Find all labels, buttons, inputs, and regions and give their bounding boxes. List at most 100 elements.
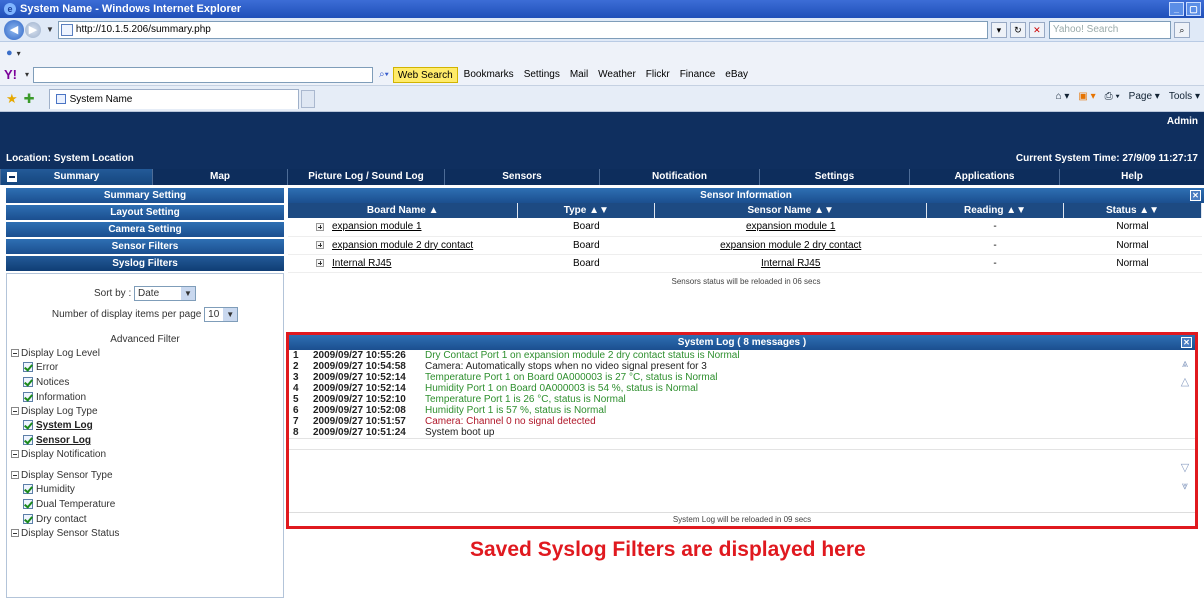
- close-icon[interactable]: ✕: [1181, 337, 1192, 348]
- items-per-page-select[interactable]: 10 ▼: [204, 307, 239, 322]
- stop-icon[interactable]: ✕: [1028, 21, 1045, 38]
- sort-by-select[interactable]: Date ▼: [134, 286, 197, 301]
- mail-button[interactable]: Mail: [566, 67, 592, 83]
- current-user[interactable]: Admin: [1167, 116, 1198, 127]
- layout-setting-button[interactable]: Layout Setting: [6, 205, 284, 220]
- sensor-filters-button[interactable]: Sensor Filters: [6, 239, 284, 254]
- sensor-status-node[interactable]: Display Sensor Status: [11, 527, 283, 540]
- log-level-error[interactable]: Error: [11, 360, 283, 375]
- flickr-button[interactable]: Flickr: [642, 67, 674, 83]
- scroll-up-icon[interactable]: △: [1179, 376, 1191, 388]
- tab-picture-log[interactable]: Picture Log / Sound Log: [287, 169, 444, 185]
- board-link[interactable]: expansion module 2 dry contact: [332, 240, 473, 251]
- sensor-link[interactable]: expansion module 2 dry contact: [720, 240, 861, 251]
- checkbox[interactable]: [23, 377, 33, 388]
- column-board-name[interactable]: Board Name ▲: [288, 203, 519, 218]
- sensor-link[interactable]: Internal RJ45: [761, 258, 820, 269]
- yahoo-dropdown-icon[interactable]: ▾: [25, 70, 29, 79]
- board-link[interactable]: Internal RJ45: [332, 258, 391, 269]
- weather-button[interactable]: Weather: [594, 67, 640, 83]
- ebay-button[interactable]: eBay: [721, 67, 752, 83]
- scroll-down-icon[interactable]: ▽: [1179, 462, 1191, 474]
- expand-icon[interactable]: [316, 222, 324, 231]
- checkbox[interactable]: [23, 435, 33, 446]
- checkbox[interactable]: [23, 420, 33, 431]
- close-icon[interactable]: ✕: [1190, 190, 1201, 201]
- log-entry-message: Temperature Port 1 on Board 0A000003 is …: [425, 372, 718, 383]
- home-icon[interactable]: ⌂ ▾: [1056, 91, 1070, 102]
- log-type-node[interactable]: Display Log Type: [11, 405, 283, 418]
- sensor-type-dry-contact[interactable]: Dry contact: [11, 512, 283, 527]
- bookmarks-button[interactable]: Bookmarks: [460, 67, 518, 83]
- collapse-icon[interactable]: [11, 349, 19, 358]
- minimize-button[interactable]: _: [1169, 2, 1184, 16]
- sensor-type-node[interactable]: Display Sensor Type: [11, 469, 283, 482]
- tab-settings[interactable]: Settings: [759, 169, 909, 185]
- checkbox[interactable]: [23, 362, 33, 373]
- collapse-icon[interactable]: [11, 471, 19, 480]
- board-link[interactable]: expansion module 1: [332, 221, 422, 232]
- tab-map[interactable]: Map: [152, 169, 287, 185]
- settings-toolbar-button[interactable]: Settings: [520, 67, 564, 83]
- collapse-icon[interactable]: [11, 407, 19, 416]
- scroll-first-icon[interactable]: ⩓: [1179, 358, 1191, 370]
- log-level-information[interactable]: Information: [11, 390, 283, 405]
- feeds-icon[interactable]: ▣ ▾: [1078, 91, 1095, 102]
- ie-menu-icon[interactable]: ●: [6, 47, 13, 59]
- favorites-star-icon[interactable]: ★: [6, 91, 18, 107]
- menu-dropdown-icon[interactable]: ▾: [17, 49, 21, 58]
- browser-tab[interactable]: System Name: [48, 88, 299, 109]
- history-dropdown-icon[interactable]: ▼: [46, 25, 54, 34]
- column-sensor-name[interactable]: Sensor Name ▲▼: [654, 203, 928, 218]
- tab-applications[interactable]: Applications: [909, 169, 1059, 185]
- collapse-icon[interactable]: [7, 172, 17, 182]
- url-dropdown-icon[interactable]: ▾: [990, 21, 1007, 38]
- finance-button[interactable]: Finance: [676, 67, 720, 83]
- column-status[interactable]: Status ▲▼: [1063, 203, 1202, 218]
- sensor-type-humidity[interactable]: Humidity: [11, 482, 283, 497]
- summary-setting-button[interactable]: Summary Setting: [6, 188, 284, 203]
- log-entry-number: 8: [293, 427, 299, 438]
- forward-button[interactable]: ▶: [25, 21, 41, 38]
- expand-icon[interactable]: [316, 258, 324, 267]
- page-menu-button[interactable]: Page ▾: [1129, 91, 1160, 102]
- tab-help[interactable]: Help: [1059, 169, 1204, 185]
- print-icon[interactable]: ⎙ ▾: [1105, 91, 1120, 102]
- yahoo-search-input[interactable]: [33, 66, 374, 83]
- url-field[interactable]: http://10.1.5.206/summary.php: [57, 20, 988, 39]
- refresh-icon[interactable]: ↻: [1009, 21, 1026, 38]
- log-type-system[interactable]: System Log: [11, 418, 283, 433]
- checkbox[interactable]: [23, 392, 33, 403]
- log-type-sensor[interactable]: Sensor Log: [11, 433, 283, 448]
- checkbox[interactable]: [23, 499, 33, 510]
- web-search-button[interactable]: Web Search: [392, 66, 458, 83]
- tools-menu-button[interactable]: Tools ▾: [1169, 91, 1200, 102]
- camera-setting-button[interactable]: Camera Setting: [6, 222, 284, 237]
- search-icon[interactable]: ⌕: [1173, 21, 1190, 38]
- column-type[interactable]: Type ▲▼: [517, 203, 656, 218]
- magnifier-icon[interactable]: ⌕▾: [379, 69, 389, 80]
- add-favorite-icon[interactable]: ✚: [24, 91, 35, 107]
- checkbox-label: Error: [36, 362, 59, 373]
- new-tab-button[interactable]: [300, 89, 315, 108]
- tab-sensors[interactable]: Sensors: [444, 169, 599, 185]
- yahoo-logo-icon[interactable]: Y!: [4, 67, 17, 82]
- collapse-icon[interactable]: [11, 450, 19, 459]
- column-reading[interactable]: Reading ▲▼: [926, 203, 1065, 218]
- browser-search-input[interactable]: Yahoo! Search: [1048, 20, 1171, 39]
- log-level-node[interactable]: Display Log Level: [11, 347, 283, 360]
- sensor-link[interactable]: expansion module 1: [746, 221, 836, 232]
- syslog-filters-button[interactable]: Syslog Filters: [6, 256, 284, 271]
- sensor-type-dual-temperature[interactable]: Dual Temperature: [11, 497, 283, 512]
- scroll-last-icon[interactable]: ⩔: [1179, 480, 1191, 492]
- back-button[interactable]: ◀: [4, 19, 24, 40]
- checkbox[interactable]: [23, 484, 33, 495]
- log-level-notices[interactable]: Notices: [11, 375, 283, 390]
- notification-node[interactable]: Display Notification: [11, 448, 283, 461]
- expand-icon[interactable]: [316, 240, 324, 249]
- maximize-button[interactable]: ▢: [1186, 2, 1201, 16]
- collapse-icon[interactable]: [11, 529, 19, 538]
- tab-notification[interactable]: Notification: [599, 169, 759, 185]
- tab-summary[interactable]: Summary: [0, 169, 152, 185]
- checkbox[interactable]: [23, 514, 33, 525]
